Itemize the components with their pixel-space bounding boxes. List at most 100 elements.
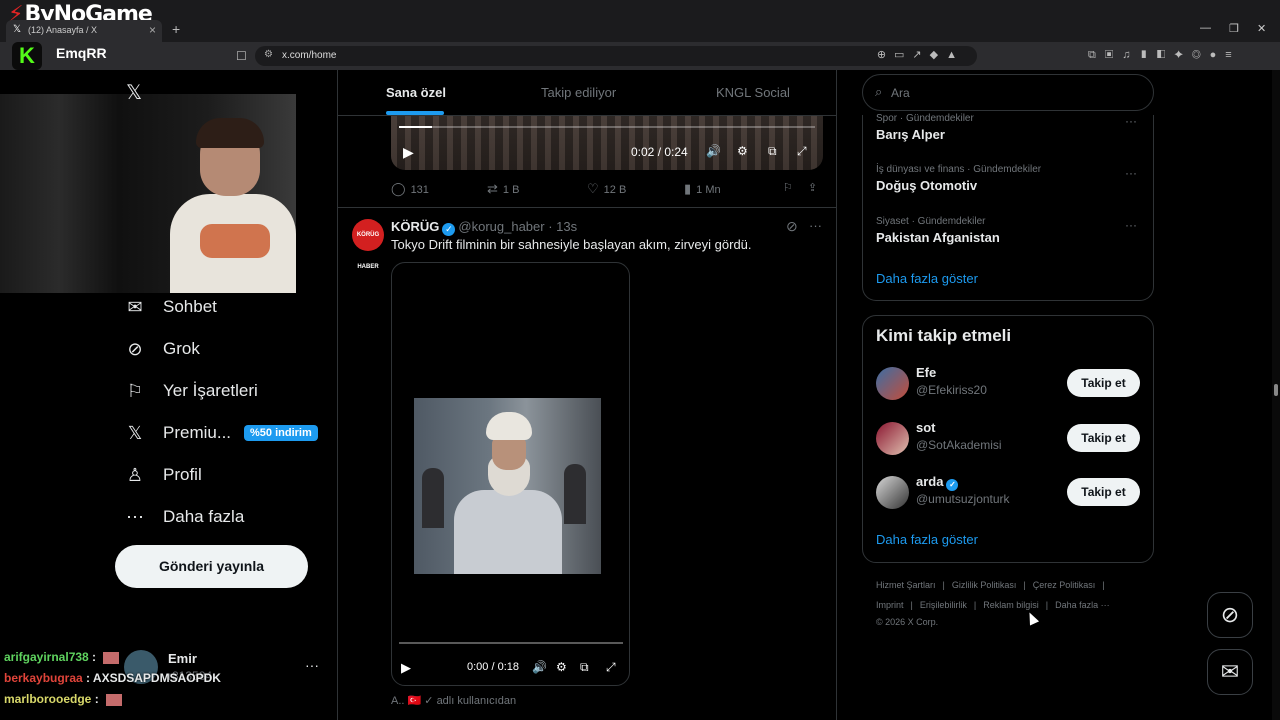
post-more-icon[interactable]: ··· [809, 218, 822, 233]
post-button[interactable]: Gönderi yayınla [115, 545, 308, 588]
play-icon[interactable]: ▶ [403, 144, 414, 161]
new-tab-icon[interactable]: + [172, 21, 180, 37]
more-circle-icon: ⋯ [126, 506, 144, 527]
reply-button[interactable]: ◯ 131 [391, 181, 429, 197]
mouse-cursor-icon [1024, 610, 1040, 626]
video-player[interactable] [391, 115, 823, 170]
sidebar-item-more[interactable]: ⋯ Daha fazla [124, 502, 244, 532]
tab-kngl-social[interactable]: KNGL Social [716, 85, 790, 100]
site-info-icon[interactable]: ⚙ [264, 49, 273, 60]
avatar[interactable]: KÖRÜG HABER [352, 219, 384, 270]
follow-show-more-link[interactable]: Daha fazla göster [876, 532, 978, 547]
video-progress-bar[interactable] [399, 642, 623, 644]
verified-badge-icon: ✓ [946, 479, 959, 491]
author-name[interactable]: KÖRÜG [391, 219, 439, 234]
avatar [876, 367, 909, 400]
chat-emote-icon [106, 693, 123, 706]
settings-icon[interactable]: ⚙ [737, 144, 748, 158]
grok-icon[interactable]: ⊘ [786, 218, 798, 235]
search-input[interactable]: ⌕ Ara [862, 74, 1154, 111]
follow-button[interactable]: Takip et [1067, 369, 1140, 397]
volume-icon[interactable]: 🔊 [706, 144, 721, 158]
person-icon: ♙ [126, 464, 144, 485]
address-bar[interactable]: ⚙ x.com/home ⊕▭↗◆▲ [255, 46, 977, 66]
pip-icon[interactable]: ⧉ [580, 660, 589, 675]
bookmark-icon: ⚐ [126, 380, 144, 401]
fullscreen-icon[interactable]: ⤢ [606, 660, 616, 675]
sidebar-item-profile[interactable]: ♙ Profil [124, 460, 202, 490]
x-logo-icon[interactable]: 𝕏 [126, 80, 142, 105]
url-text: x.com/home [282, 50, 337, 61]
video-progress-bar[interactable] [399, 126, 815, 128]
screen: ⚡ByNoGame 𝕏 (12) Anasayfa / X × + — ❐ ✕ … [0, 0, 1280, 720]
grok-fab-icon[interactable]: ⊘ [1207, 592, 1253, 638]
repost-button[interactable]: ⇄ 1 B [487, 181, 519, 197]
volume-icon[interactable]: 🔊 [532, 660, 547, 674]
chat-message: arifgayirnal738 : [4, 650, 304, 671]
address-bar-icons[interactable]: ⊕▭↗◆▲ [877, 48, 965, 61]
trend-more-icon[interactable]: ··· [1125, 166, 1137, 180]
footer-link[interactable]: Daha fazla ··· [1055, 600, 1110, 610]
follow-button[interactable]: Takip et [1067, 424, 1140, 452]
streamer-name: EmqRR [56, 45, 107, 61]
scrollbar[interactable] [1272, 70, 1280, 720]
bookmark-post-icon[interactable]: ⚐ [783, 181, 793, 194]
settings-icon[interactable]: ⚙ [556, 660, 567, 674]
webcam-shirt-logo [200, 224, 270, 258]
chat-message: berkaybugraa : AXSDSAPDMSAOPDK [4, 671, 221, 685]
like-button[interactable]: ♡ 12 B [587, 181, 626, 197]
verified-badge-icon: ✓ [442, 223, 456, 236]
minimize-icon[interactable]: — [1200, 22, 1211, 34]
views-button[interactable]: ▮ 1 Mn [684, 181, 721, 197]
webcam-overlay [0, 94, 296, 293]
browser-tab-bar: ⚡ByNoGame 𝕏 (12) Anasayfa / X × + — ❐ ✕ [0, 0, 1280, 42]
sidebar-item-grok[interactable]: ⊘ Grok [124, 334, 199, 364]
post-text: Tokyo Drift filminin bir sahnesiyle başl… [391, 237, 752, 252]
pip-icon[interactable]: ⧉ [768, 144, 777, 159]
footer-link[interactable]: Hizmet Şartları [876, 580, 936, 590]
account-more-icon[interactable]: ··· [305, 657, 319, 673]
trend-item[interactable]: Spor · Gündemdekiler Barış Alper [876, 113, 974, 142]
post-author[interactable]: KÖRÜG ✓ @korug_haber · 13s [391, 219, 577, 236]
footer-link[interactable]: Gizlilik Politikası [952, 580, 1017, 590]
browser-nav-bar: K EmqRR ☐ ⚙ x.com/home ⊕▭↗◆▲ ⧉▣♫▮◧✦◎●≡ [0, 42, 1280, 70]
video-progress-fill [399, 126, 433, 128]
search-placeholder: Ara [891, 86, 910, 100]
x-favicon-icon: 𝕏 [13, 24, 22, 35]
tab-following[interactable]: Takip ediliyor [541, 85, 616, 100]
play-icon[interactable]: ▶ [401, 660, 411, 676]
fullscreen-icon[interactable]: ⤢ [797, 144, 807, 159]
trend-more-icon[interactable]: ··· [1125, 218, 1137, 232]
scrollbar-thumb[interactable] [1274, 384, 1278, 396]
grok-icon: ⊘ [127, 338, 143, 359]
verified-badge-icon: ✓ [424, 695, 434, 707]
follow-suggestion[interactable]: arda ✓ @umutsuzjonturk Takip et [876, 474, 1140, 510]
share-icon[interactable]: ⇪ [808, 181, 817, 194]
trend-more-icon[interactable]: ··· [1125, 114, 1137, 128]
sidebar-item-premium[interactable]: 𝕏 Premiu... [124, 418, 231, 448]
promo-badge[interactable]: %50 indirim [244, 425, 318, 441]
footer-link[interactable]: Imprint [876, 600, 904, 610]
extension-icons[interactable]: ⧉▣♫▮◧✦◎●≡ [1088, 49, 1241, 62]
search-icon: ⌕ [875, 84, 883, 99]
tab-close-icon[interactable]: × [149, 23, 156, 37]
window-close-icon[interactable]: ✕ [1257, 22, 1266, 35]
footer-link[interactable]: Çerez Politikası [1033, 580, 1096, 590]
follow-button[interactable]: Takip et [1067, 478, 1140, 506]
old-man-face [492, 436, 526, 470]
chat-emote-icon [103, 651, 120, 664]
footer-link[interactable]: Erişilebilirlik [920, 600, 967, 610]
footer-link[interactable]: Reklam bilgisi [983, 600, 1039, 610]
tab-for-you[interactable]: Sana özel [386, 85, 446, 100]
bookmark-page-icon[interactable]: ☐ [236, 49, 247, 63]
maximize-icon[interactable]: ❐ [1229, 22, 1239, 35]
follow-suggestion[interactable]: sot @SotAkademisi Takip et [876, 420, 1140, 456]
messages-fab-icon[interactable]: ✉ [1207, 649, 1253, 695]
trend-item[interactable]: İş dünyası ve finans · Gündemdekiler Doğu… [876, 164, 1041, 193]
trends-show-more-link[interactable]: Daha fazla göster [876, 271, 978, 286]
follow-suggestion[interactable]: Efe @Efekiriss20 Takip et [876, 365, 1140, 401]
browser-tab[interactable]: 𝕏 (12) Anasayfa / X × [6, 20, 162, 42]
sidebar-item-bookmarks[interactable]: ⚐ Yer İşaretleri [124, 376, 258, 406]
trend-item[interactable]: Siyaset · Gündemdekiler Pakistan Afganist… [876, 216, 1000, 245]
sidebar-item-chat[interactable]: ✉ Sohbet [124, 292, 216, 322]
